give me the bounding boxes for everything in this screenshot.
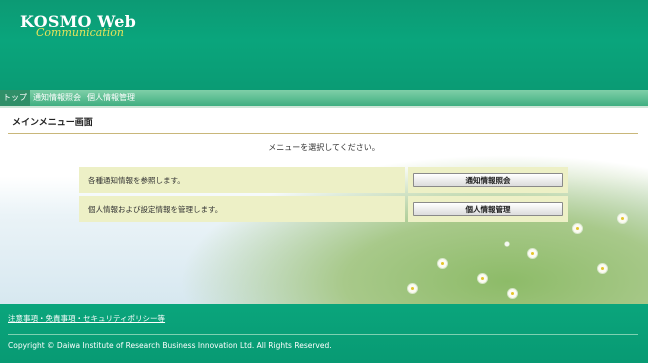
nav-item-personal-info[interactable]: 個人情報管理 (84, 90, 138, 106)
main-content: メインメニュー画面 メニューを選択してください。 各種通知情報を参照します。 通… (0, 108, 648, 304)
copyright-text: Copyright © Daiwa Institute of Research … (8, 341, 332, 350)
menu-action-cell: 通知情報照会 (408, 167, 568, 193)
flower-decoration (573, 224, 582, 233)
menu-row: 各種通知情報を参照します。 通知情報照会 (79, 167, 568, 193)
nav-item-top[interactable]: トップ (0, 90, 30, 106)
flower-decoration (508, 289, 517, 298)
menu-action-cell: 個人情報管理 (408, 196, 568, 222)
footer-divider (8, 334, 638, 335)
nav-item-notification-inquiry[interactable]: 通知情報照会 (30, 90, 84, 106)
menu-table: 各種通知情報を参照します。 通知情報照会 個人情報および設定情報を管理します。 … (79, 167, 568, 225)
logo: KOSMO Web Communication (20, 12, 136, 39)
notification-inquiry-button[interactable]: 通知情報照会 (413, 173, 563, 187)
flower-decoration (408, 284, 417, 293)
policy-link[interactable]: 注意事項・免責事項・セキュリティポリシー等 (8, 313, 165, 324)
page-title: メインメニュー画面 (12, 118, 93, 128)
instruction-text: メニューを選択してください。 (268, 143, 380, 152)
menu-description: 各種通知情報を参照します。 (79, 167, 405, 193)
footer: 注意事項・免責事項・セキュリティポリシー等 Copyright © Daiwa … (0, 304, 648, 363)
menu-description: 個人情報および設定情報を管理します。 (79, 196, 405, 222)
flower-decoration (478, 274, 487, 283)
menu-row: 個人情報および設定情報を管理します。 個人情報管理 (79, 196, 568, 222)
nav-bar: トップ 通知情報照会 個人情報管理 (0, 90, 648, 106)
header: KOSMO Web Communication (0, 0, 648, 90)
title-divider (8, 133, 638, 134)
flower-decoration (618, 214, 627, 223)
logo-sub-text: Communication (36, 26, 124, 39)
personal-info-management-button[interactable]: 個人情報管理 (413, 202, 563, 216)
flower-decoration (598, 264, 607, 273)
flower-decoration (528, 249, 537, 258)
flower-decoration (438, 259, 447, 268)
